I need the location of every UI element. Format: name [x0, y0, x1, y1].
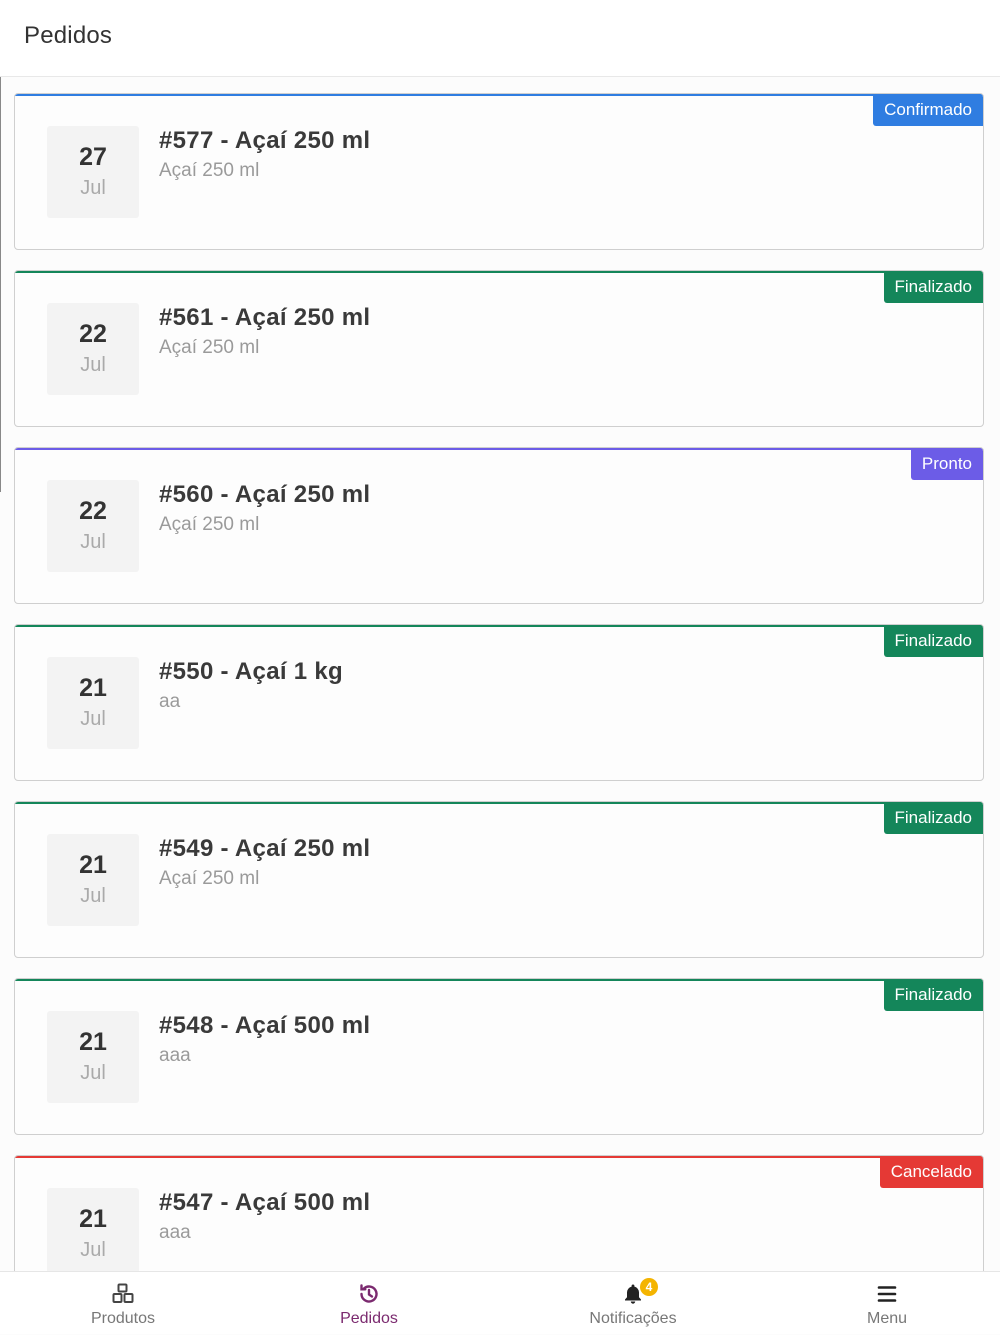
bottom-nav: Produtos Pedidos 4 Notificações Menu	[0, 1271, 1000, 1334]
order-title: #561 - Açaí 250 ml	[159, 304, 371, 331]
order-month: Jul	[80, 531, 106, 553]
order-month: Jul	[80, 708, 106, 730]
order-date: 22 Jul	[47, 303, 139, 395]
order-month: Jul	[80, 885, 106, 907]
order-day: 21	[79, 851, 107, 879]
nav-label-pedidos: Pedidos	[340, 1310, 398, 1327]
order-title: #549 - Açaí 250 ml	[159, 835, 371, 862]
order-subtitle: Açaí 250 ml	[159, 337, 260, 358]
order-day: 22	[79, 320, 107, 348]
order-card[interactable]: 21 Jul #550 - Açaí 1 kg aa Finalizado	[14, 624, 984, 781]
status-badge: Finalizado	[883, 625, 983, 657]
nav-item-produtos[interactable]: Produtos	[43, 1272, 203, 1335]
nav-label-produtos: Produtos	[90, 1310, 156, 1327]
order-day: 21	[79, 674, 107, 702]
order-day: 22	[79, 497, 107, 525]
order-date: 21 Jul	[47, 1011, 139, 1103]
order-title: #577 - Açaí 250 ml	[159, 127, 371, 154]
order-day: 21	[79, 1028, 107, 1056]
order-title: #548 - Açaí 500 ml	[159, 1012, 371, 1039]
boxes-icon	[112, 1283, 134, 1303]
status-badge: Finalizado	[883, 979, 983, 1011]
status-line	[15, 802, 983, 804]
nav-item-pedidos[interactable]: Pedidos	[289, 1272, 449, 1335]
status-badge: Cancelado	[879, 1156, 983, 1188]
notification-count-badge: 4	[640, 1278, 658, 1296]
status-line	[15, 448, 983, 450]
order-subtitle: Açaí 250 ml	[159, 514, 260, 535]
app-header: Pedidos	[0, 0, 1000, 77]
order-month: Jul	[80, 1239, 106, 1261]
order-month: Jul	[80, 1062, 106, 1084]
order-date: 21 Jul	[47, 657, 139, 749]
orders-list: 27 Jul #577 - Açaí 250 ml Açaí 250 ml Co…	[14, 93, 984, 1332]
order-card[interactable]: 22 Jul #560 - Açaí 250 ml Açaí 250 ml Pr…	[14, 447, 984, 604]
order-date: 21 Jul	[47, 1188, 139, 1280]
nav-label-notificacoes: Notificações	[589, 1310, 677, 1327]
hamburger-icon	[877, 1286, 897, 1302]
order-day: 27	[79, 143, 107, 171]
status-line	[15, 271, 983, 273]
status-line	[15, 625, 983, 627]
order-date: 21 Jul	[47, 834, 139, 926]
nav-item-notificacoes[interactable]: 4 Notificações	[553, 1272, 713, 1335]
history-icon	[360, 1284, 378, 1303]
order-subtitle: Açaí 250 ml	[159, 160, 260, 181]
order-title: #550 - Açaí 1 kg	[159, 658, 344, 685]
status-line	[15, 94, 983, 96]
order-title: #547 - Açaí 500 ml	[159, 1189, 371, 1216]
order-month: Jul	[80, 177, 106, 199]
order-card[interactable]: 21 Jul #549 - Açaí 250 ml Açaí 250 ml Fi…	[14, 801, 984, 958]
left-edge-divider	[0, 77, 1, 492]
page-title: Pedidos	[24, 22, 113, 49]
order-day: 21	[79, 1205, 107, 1233]
order-card[interactable]: 27 Jul #577 - Açaí 250 ml Açaí 250 ml Co…	[14, 93, 984, 250]
nav-item-menu[interactable]: Menu	[807, 1272, 967, 1335]
order-subtitle: aaa	[159, 1222, 191, 1243]
order-subtitle: Açaí 250 ml	[159, 868, 260, 889]
order-title: #560 - Açaí 250 ml	[159, 481, 371, 508]
order-subtitle: aa	[159, 691, 181, 712]
order-date: 22 Jul	[47, 480, 139, 572]
nav-label-menu: Menu	[866, 1310, 908, 1327]
status-line	[15, 1156, 983, 1158]
order-subtitle: aaa	[159, 1045, 191, 1066]
status-badge: Finalizado	[883, 271, 983, 303]
order-card[interactable]: 21 Jul #548 - Açaí 500 ml aaa Finalizado	[14, 978, 984, 1135]
order-month: Jul	[80, 354, 106, 376]
status-badge: Finalizado	[883, 802, 983, 834]
status-badge: Confirmado	[873, 94, 983, 126]
status-badge: Pronto	[910, 448, 983, 480]
order-date: 27 Jul	[47, 126, 139, 218]
status-line	[15, 979, 983, 981]
order-card[interactable]: 22 Jul #561 - Açaí 250 ml Açaí 250 ml Fi…	[14, 270, 984, 427]
